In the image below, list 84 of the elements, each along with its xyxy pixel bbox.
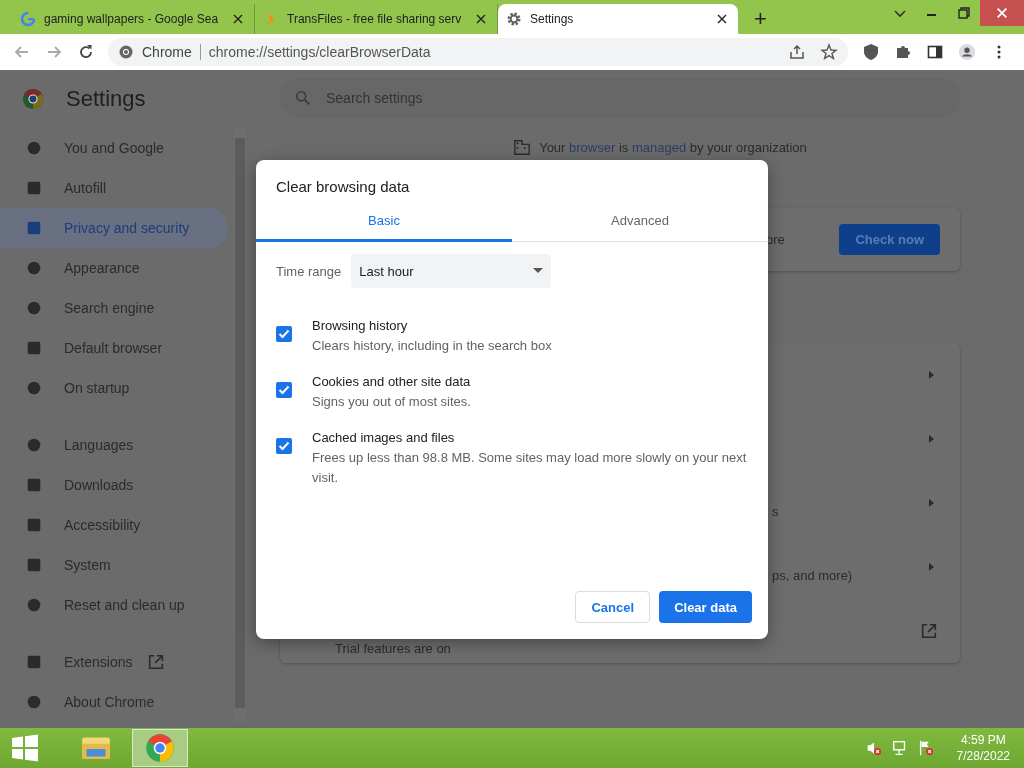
side-panel-icon[interactable] [926, 43, 944, 61]
close-icon [995, 6, 1009, 20]
chevron-right-icon[interactable] [926, 498, 936, 508]
cancel-button[interactable]: Cancel [575, 591, 651, 623]
chevron-right-icon[interactable] [926, 562, 936, 572]
managed-notice: Your browser is managed by your organization [539, 139, 807, 155]
option-title: Browsing history [312, 317, 409, 335]
row-text: s [772, 503, 779, 519]
sidebar-item[interactable]: On startup [0, 368, 228, 408]
sidebar-item[interactable]: Privacy and security [0, 208, 228, 248]
clear-data-button[interactable]: Clear data [659, 591, 752, 623]
sidebar-item[interactable]: Autofill [0, 168, 228, 208]
site-label: Chrome [142, 44, 192, 60]
sidebar-item[interactable]: Reset and clean up [0, 585, 228, 625]
sidebar-item[interactable]: Appearance [0, 248, 228, 288]
external-link-icon[interactable] [147, 653, 166, 671]
option-description: Frees up less than 98.8 MB. Some sites may load more slowly on your next visit. [312, 449, 748, 487]
sidebar-item[interactable]: You and Google [0, 128, 228, 168]
browser-tab[interactable]: Settings [498, 4, 738, 34]
tab-title: Settings [530, 12, 575, 26]
sidebar-label: You and Google [64, 140, 164, 156]
settings-icon [506, 11, 522, 27]
address-bar[interactable]: Chrome chrome://settings/clearBrowserData [108, 38, 848, 66]
building-icon [513, 138, 532, 156]
sidebar-label: Search engine [64, 300, 155, 316]
dialog-title: Clear browsing data [275, 178, 411, 195]
sidebar-item[interactable]: Downloads [0, 465, 228, 505]
sidebar-label: Default browser [64, 340, 163, 356]
sidebar-label: Reset and clean up [64, 597, 185, 613]
checkbox[interactable] [276, 438, 292, 454]
checkbox[interactable] [276, 326, 292, 342]
row-text: ps, and more) [772, 567, 853, 583]
chrome-taskbar-button[interactable] [132, 729, 188, 767]
sidebar-label: Accessibility [64, 517, 141, 533]
sidebar-item[interactable]: Extensions [0, 642, 228, 682]
option-title: Cached images and files [312, 429, 456, 447]
chevron-right-icon[interactable] [926, 434, 936, 444]
sidebar-label: About Chrome [64, 694, 155, 710]
sidebar-item[interactable]: Languages [0, 425, 228, 465]
option-description: Signs you out of most sites. [312, 393, 472, 411]
new-tab-button[interactable]: + [754, 8, 767, 30]
checkbox[interactable] [276, 382, 292, 398]
close-icon[interactable] [717, 14, 727, 24]
close-window-button[interactable] [980, 0, 1024, 26]
chevron-right-icon[interactable] [926, 370, 936, 380]
sidebar-label: Appearance [64, 260, 140, 276]
field-label: Time range [276, 263, 342, 279]
sidebar-label: Extensions [64, 654, 133, 670]
check-now-button[interactable]: Check now [839, 224, 940, 255]
sidebar-label: System [64, 557, 111, 573]
dialog-tab[interactable]: Advanced [512, 203, 768, 242]
sidebar-item[interactable]: About Chrome [0, 682, 228, 722]
caret-icon [533, 268, 544, 274]
sidebar-item[interactable]: Accessibility [0, 505, 228, 545]
sidebar-label: Autofill [64, 180, 107, 196]
sidebar-label: Downloads [64, 477, 134, 493]
sidebar-label: Privacy and security [64, 220, 190, 236]
avatar-icon[interactable] [958, 43, 976, 61]
star-icon[interactable] [820, 43, 838, 61]
clock-time: 4:59 PM [960, 732, 1006, 748]
sidebar-item[interactable]: Default browser [0, 328, 228, 368]
start-icon[interactable] [10, 733, 40, 763]
url-text: chrome://settings/clearBrowserData [208, 44, 431, 60]
google-g-icon [20, 11, 36, 27]
row-text: Trial features are on [335, 640, 451, 656]
share-icon[interactable] [788, 43, 806, 61]
option-description: Clears history, including in the search box [312, 337, 553, 355]
dialog-tab[interactable]: Basic [256, 203, 512, 242]
page-title: Settings [66, 86, 146, 112]
clock-date: 7/28/2022 [956, 748, 1010, 764]
link[interactable]: managed [631, 139, 687, 155]
close-icon[interactable] [476, 14, 486, 24]
external-link-icon[interactable] [920, 622, 938, 640]
tab-title: gaming wallpapers - Google Sea [44, 12, 220, 26]
time-range-dropdown[interactable]: Last hour [351, 254, 552, 288]
link[interactable]: browser [569, 139, 616, 155]
tab-title: TransFiles - free file sharing serv [287, 12, 463, 26]
sidebar-item[interactable]: System [0, 545, 228, 585]
sidebar-label: Languages [64, 437, 134, 453]
restore-icon[interactable] [956, 5, 972, 21]
option-title: Cookies and other site data [312, 373, 472, 391]
sidebar-label: On startup [64, 380, 130, 396]
close-icon[interactable] [233, 14, 243, 24]
sidebar-item[interactable]: Search engine [0, 288, 228, 328]
